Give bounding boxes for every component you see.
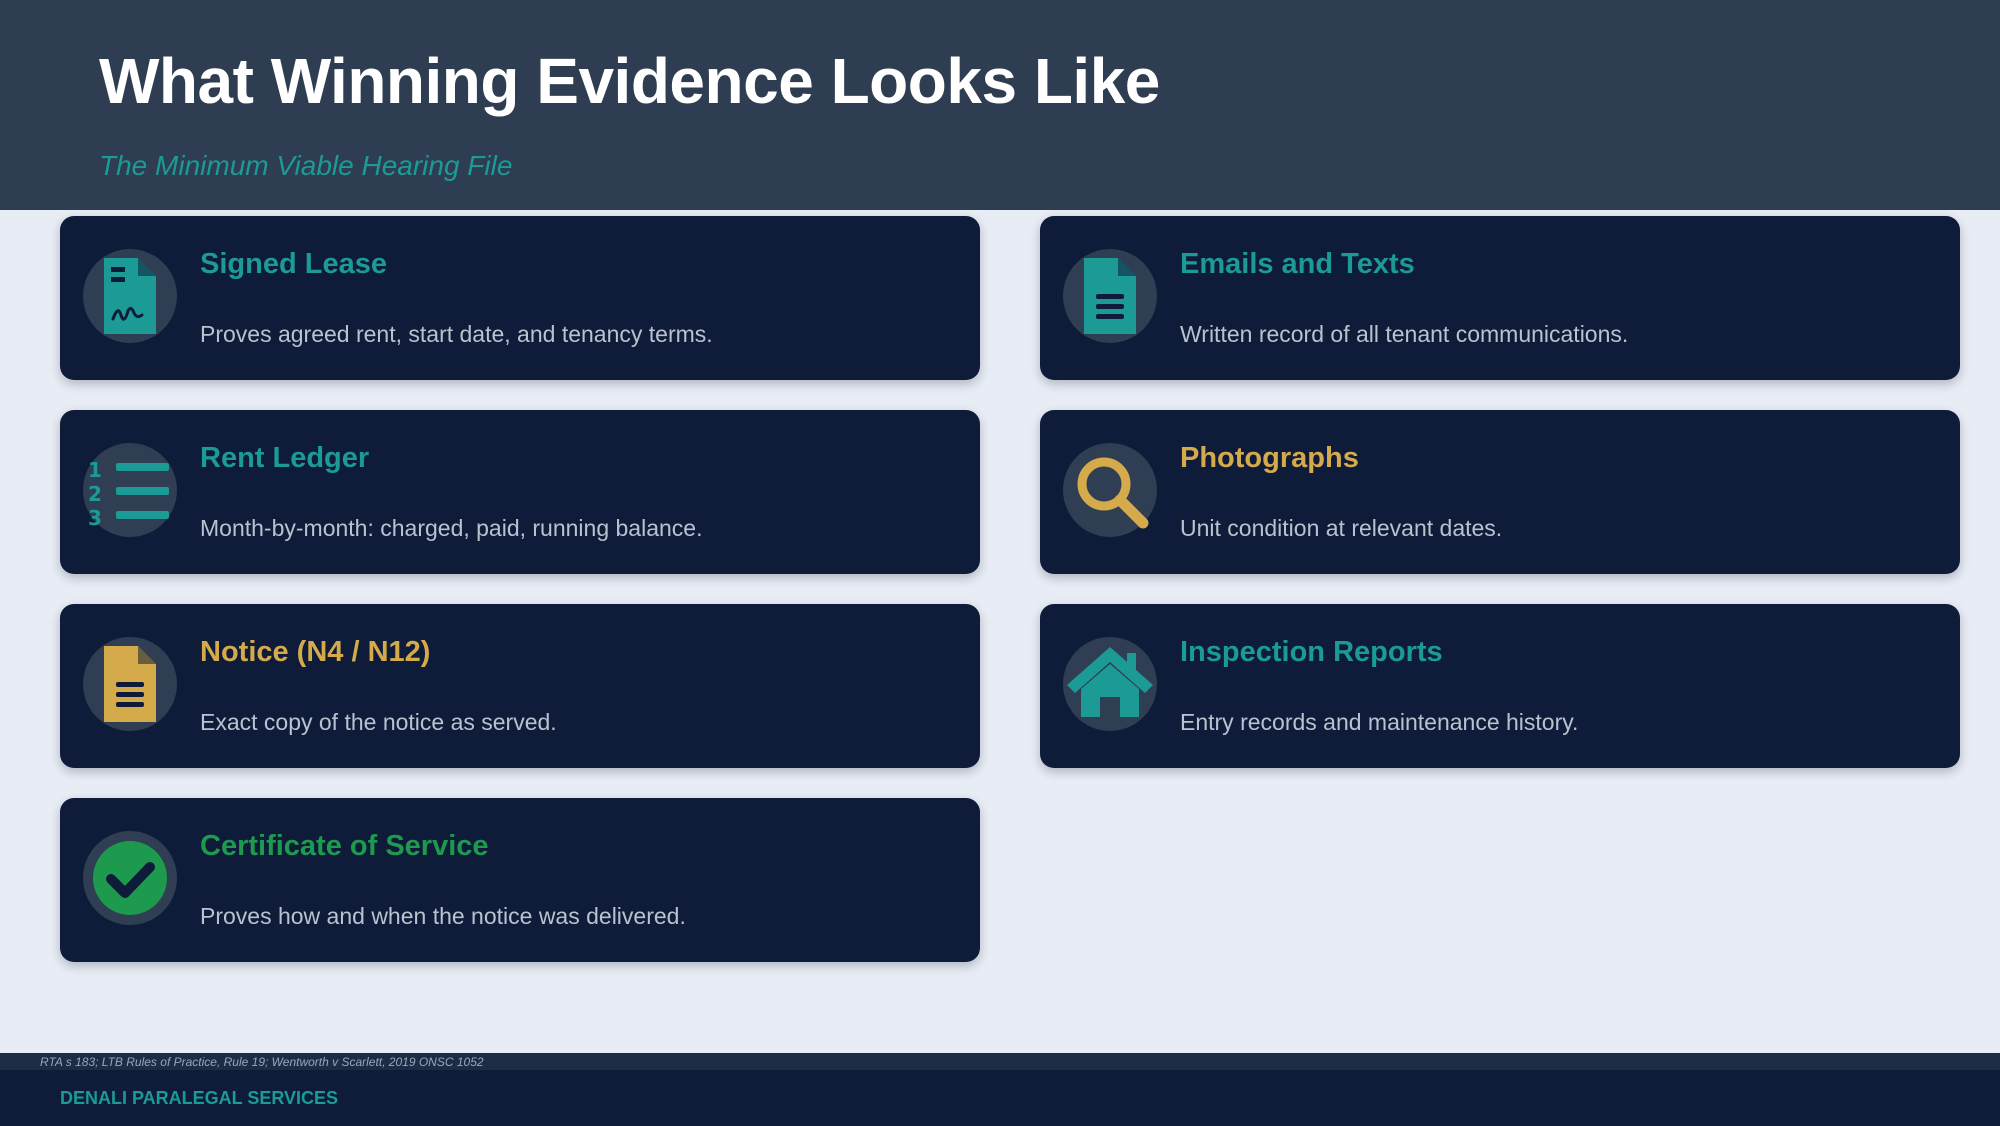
magnifier-icon <box>1063 443 1157 537</box>
numbered-list-icon: 1 2 3 <box>83 443 177 537</box>
card-title: Certificate of Service <box>200 830 489 862</box>
check-circle-icon <box>83 831 177 925</box>
card-description: Month-by-month: charged, paid, running b… <box>200 515 703 541</box>
card-title: Signed Lease <box>200 248 387 280</box>
card-title: Notice (N4 / N12) <box>200 636 431 668</box>
svg-text:2: 2 <box>88 482 102 506</box>
card-description: Entry records and maintenance history. <box>1180 709 1579 735</box>
footer-bar: DENALI PARALEGAL SERVICES <box>0 1070 2000 1126</box>
card-title: Emails and Texts <box>1180 248 1415 280</box>
svg-text:3: 3 <box>88 506 102 530</box>
card-title: Rent Ledger <box>200 442 370 474</box>
document-icon <box>1063 249 1157 343</box>
house-icon <box>1063 637 1157 731</box>
brand-name: DENALI PARALEGAL SERVICES <box>60 1088 339 1108</box>
card-inspection-reports: Inspection Reports Entry records and mai… <box>1040 604 1960 768</box>
card-certificate-of-service: Certificate of Service Proves how and wh… <box>60 798 980 962</box>
card-emails-and-texts: Emails and Texts Written record of all t… <box>1040 216 1960 380</box>
page-subtitle: The Minimum Viable Hearing File <box>99 150 513 181</box>
card-description: Proves how and when the notice was deliv… <box>200 903 686 929</box>
card-photographs: Photographs Unit condition at relevant d… <box>1040 410 1960 574</box>
card-notice: Notice (N4 / N12) Exact copy of the noti… <box>60 604 980 768</box>
svg-text:1: 1 <box>88 458 102 482</box>
card-title: Inspection Reports <box>1180 636 1443 668</box>
signed-document-icon <box>83 249 177 343</box>
page-title: What Winning Evidence Looks Like <box>99 45 1160 117</box>
card-rent-ledger: 1 2 3 Rent Ledger Month-by-month: charge… <box>60 410 980 574</box>
card-description: Proves agreed rent, start date, and tena… <box>200 321 713 347</box>
card-title: Photographs <box>1180 442 1359 474</box>
notice-document-icon <box>83 637 177 731</box>
card-description: Written record of all tenant communicati… <box>1180 321 1629 347</box>
header-bar: What Winning Evidence Looks Like The Min… <box>0 0 2000 210</box>
card-description: Exact copy of the notice as served. <box>200 709 557 735</box>
card-description: Unit condition at relevant dates. <box>1180 515 1503 541</box>
citation-text: RTA s 183; LTB Rules of Practice, Rule 1… <box>40 1055 484 1069</box>
card-signed-lease: Signed Lease Proves agreed rent, start d… <box>60 216 980 380</box>
